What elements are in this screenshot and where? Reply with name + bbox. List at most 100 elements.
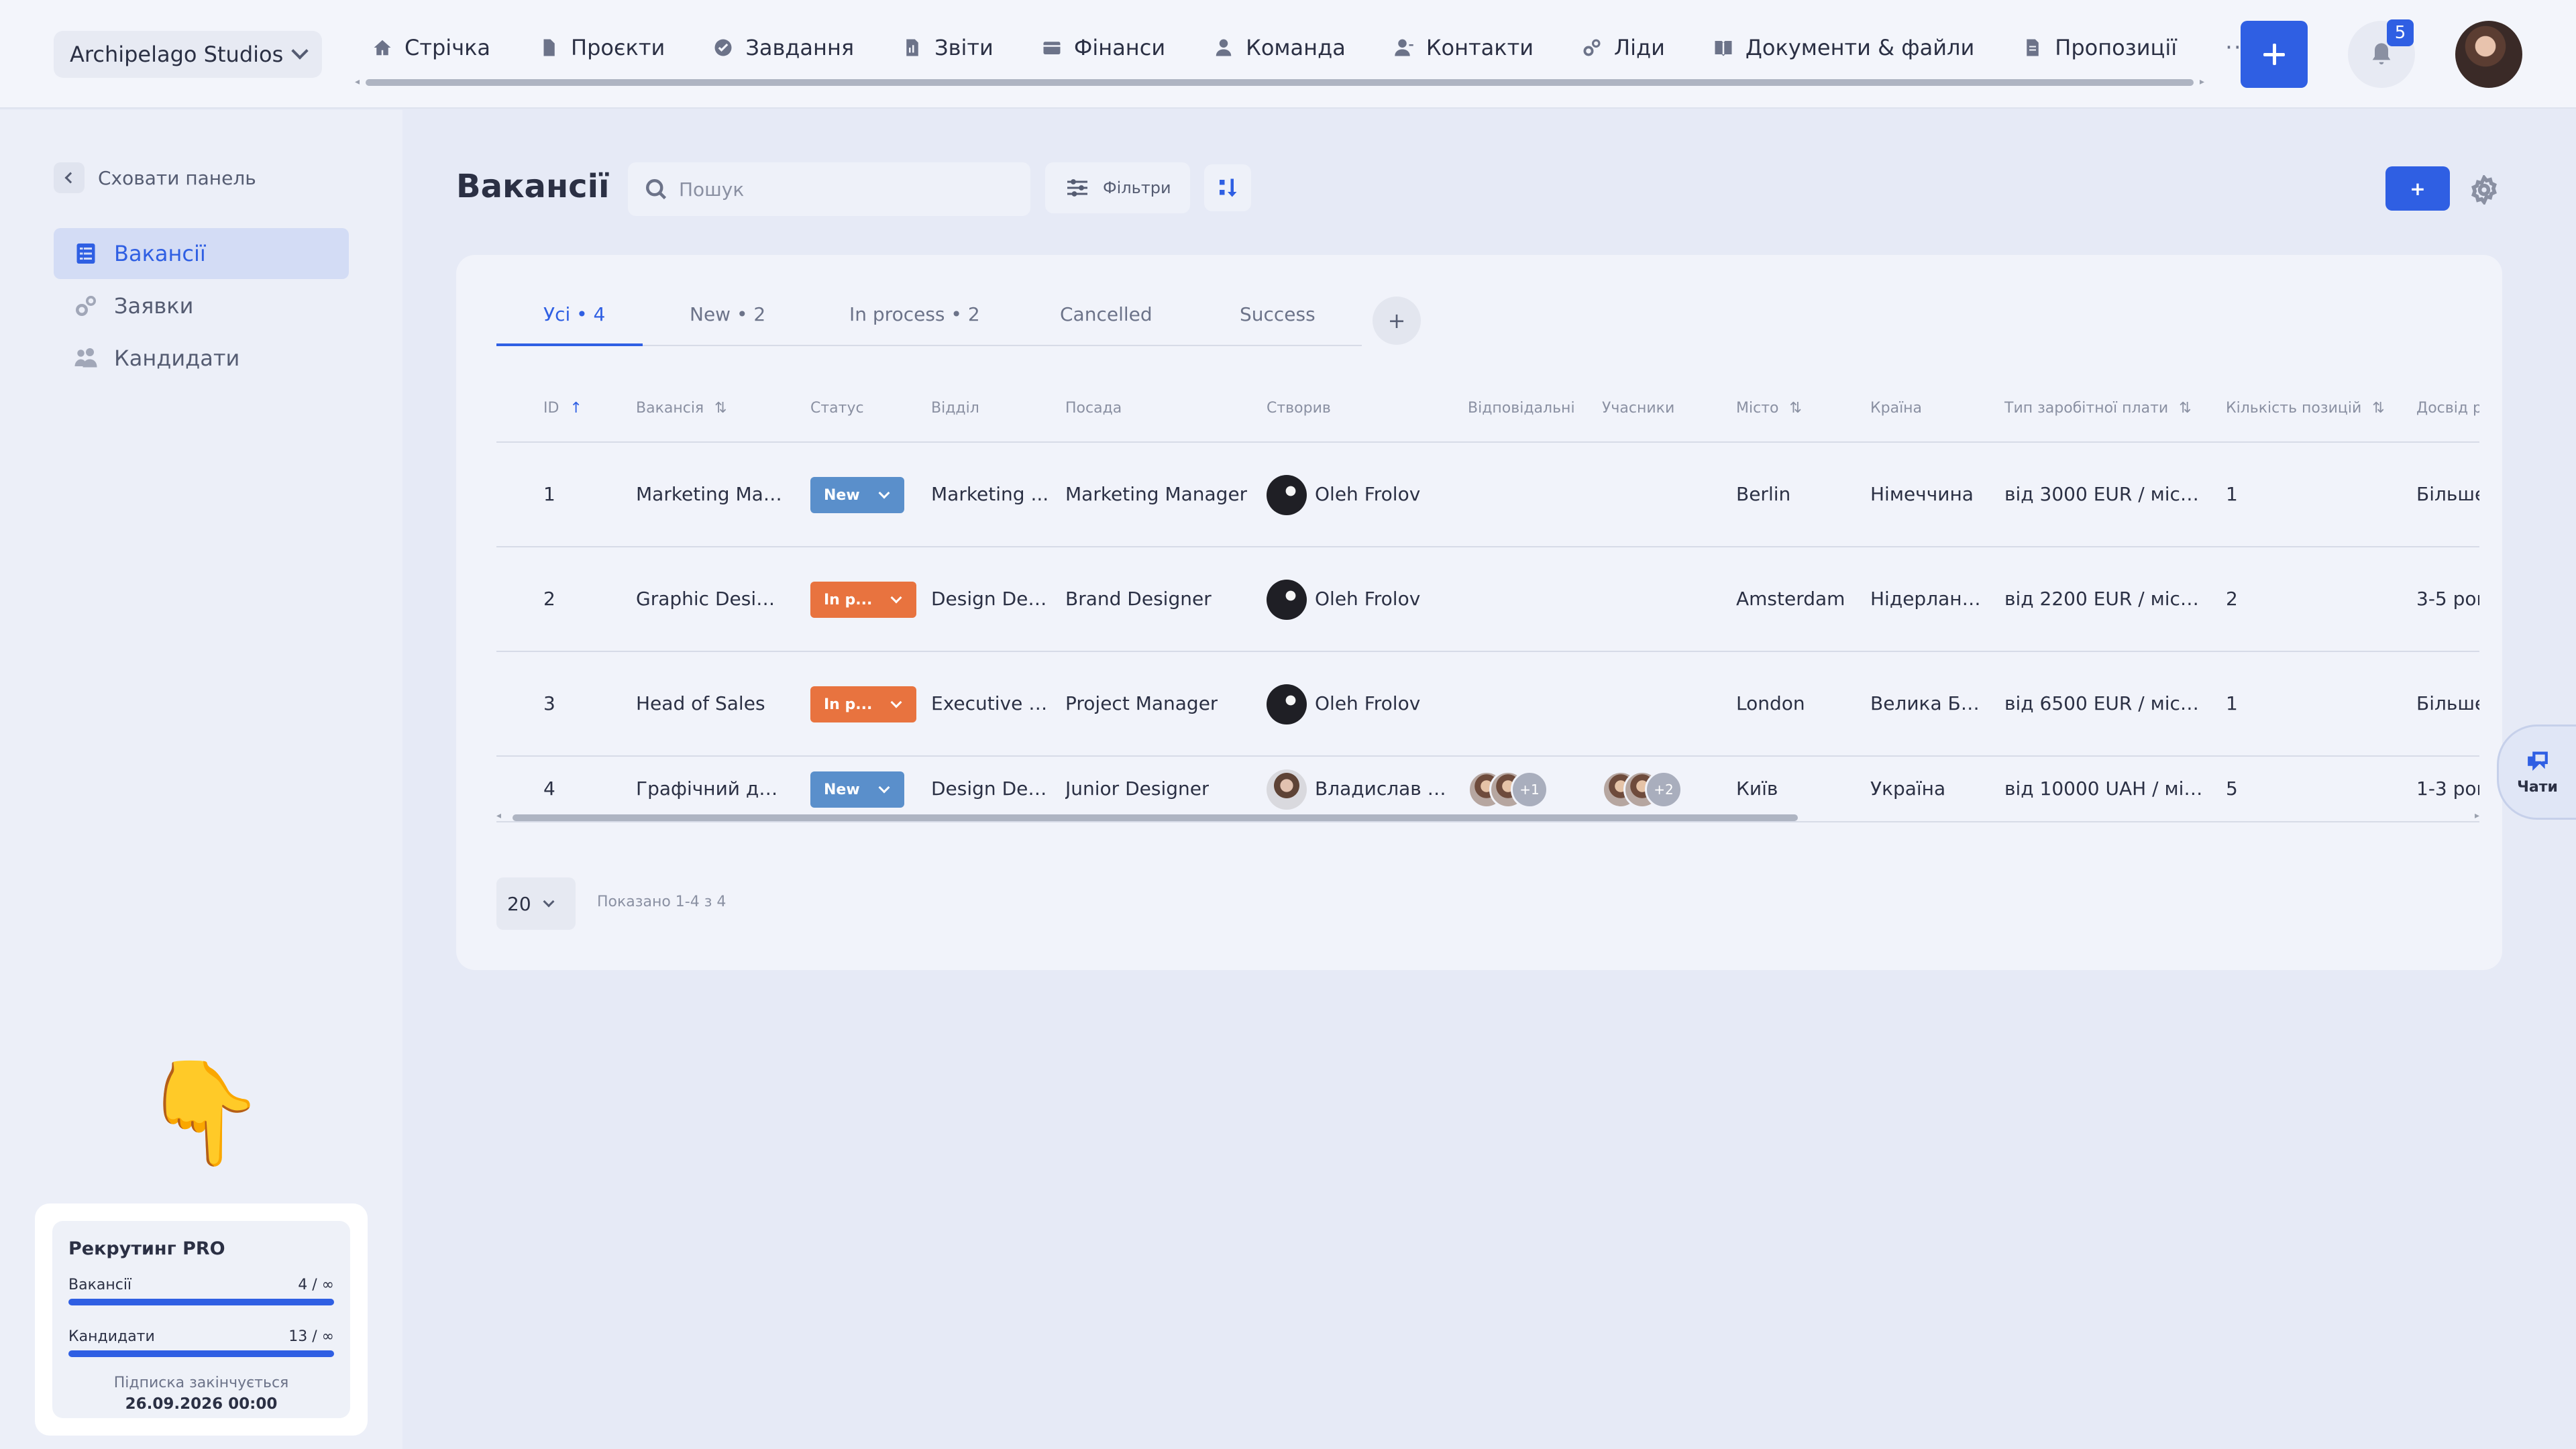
tab-cancelled[interactable]: Cancelled (1060, 303, 1152, 325)
nav-item-contacts[interactable]: Контакти (1394, 35, 1534, 60)
chats-button[interactable]: Чати (2497, 724, 2576, 820)
column-header-country[interactable]: Країна (1870, 400, 1922, 417)
cell-experience: Більше (2416, 483, 2479, 505)
sidebar-item-applications[interactable]: Заявки (54, 280, 349, 331)
tab-new[interactable]: New • 2 (690, 303, 765, 325)
sort-icon[interactable]: ⇅ (2372, 400, 2384, 417)
nav-item-projects[interactable]: Проєкти (539, 35, 665, 60)
cell-department: Executive L... (931, 692, 1052, 714)
link-icon (1583, 39, 1601, 56)
column-header-creator[interactable]: Створив (1267, 400, 1331, 417)
participants-more-badge[interactable]: +2 (1645, 771, 1682, 808)
workspace-selector[interactable]: Archipelago Studios (54, 31, 322, 78)
scroll-right-icon[interactable]: ▸ (2475, 810, 2479, 821)
nav-item-documents[interactable]: Документи & файли (1713, 35, 1974, 60)
add-tab-button[interactable]: + (1373, 297, 1421, 345)
cell-country: Нідерланди (1870, 588, 1984, 610)
hide-panel-button[interactable]: Сховати панель (54, 162, 256, 193)
chevron-down-icon (878, 782, 890, 794)
sort-asc-icon[interactable]: ↑ (570, 400, 582, 417)
status-dropdown[interactable]: In p... (810, 582, 916, 618)
status-dropdown[interactable]: In p... (810, 686, 916, 722)
status-label: In p... (824, 591, 873, 608)
table-row[interactable]: 1 Marketing Man... New Marketing ... Marketi… (496, 443, 2479, 547)
file-icon (543, 39, 555, 56)
column-header-responsible[interactable]: Відповідальні (1468, 400, 1575, 417)
wallet-icon (1043, 42, 1061, 54)
sidebar-item-candidates[interactable]: Кандидати (54, 333, 349, 384)
nav-item-proposals[interactable]: Пропозиції (2023, 35, 2177, 60)
cell-creator[interactable]: Oleh Frolov (1315, 692, 1420, 714)
cell-salary: від 3000 EUR / міся... (2004, 483, 2206, 505)
settings-button[interactable] (2466, 172, 2502, 208)
plan-usage-bar (68, 1350, 334, 1357)
table-scrollbar[interactable]: ◂ ▸ (496, 810, 2479, 822)
chevron-down-icon (291, 42, 309, 60)
column-header-positions-count[interactable]: Кількість позицій ⇅ (2226, 400, 2385, 417)
sort-icon[interactable]: ⇅ (714, 400, 727, 417)
cell-id[interactable]: 2 (543, 588, 555, 610)
search-box[interactable] (628, 162, 1030, 216)
sort-button[interactable] (1204, 164, 1251, 211)
cell-positions-count: 2 (2226, 588, 2238, 610)
column-header-vacancy[interactable]: Вакансія ⇅ (636, 400, 727, 417)
cell-id[interactable]: 4 (543, 777, 555, 800)
cell-vacancy[interactable]: Graphic Design... (636, 588, 784, 610)
tab-in-process[interactable]: In process • 2 (849, 303, 980, 325)
scrollbar-thumb[interactable] (513, 814, 1798, 821)
cell-id[interactable]: 1 (543, 483, 555, 505)
column-header-participants[interactable]: Учасники (1602, 400, 1674, 417)
report-icon (906, 39, 918, 56)
add-vacancy-button[interactable]: + (2385, 166, 2450, 211)
column-header-city[interactable]: Місто ⇅ (1736, 400, 1802, 417)
scroll-left-icon[interactable]: ◂ (496, 810, 501, 821)
cell-vacancy[interactable]: Графічний диз... (636, 777, 784, 800)
user-avatar[interactable] (2455, 21, 2522, 88)
nav-label: Стрічка (405, 35, 491, 60)
sort-icon[interactable]: ⇅ (2179, 400, 2191, 417)
nav-item-tasks[interactable]: Завдання (713, 35, 854, 60)
cell-positions-count: 1 (2226, 692, 2238, 714)
subscription-date: 26.09.2026 00:00 (125, 1395, 278, 1413)
people-icon (74, 348, 97, 368)
cell-creator[interactable]: Oleh Frolov (1315, 588, 1420, 610)
nav-item-reports[interactable]: Звіти (902, 35, 994, 60)
cell-id[interactable]: 3 (543, 692, 555, 714)
table-row[interactable]: 3 Head of Sales In p... Executive L... Proje… (496, 652, 2479, 757)
table-row[interactable]: 2 Graphic Design... In p... Design Dep... Br… (496, 547, 2479, 652)
column-header-department[interactable]: Відділ (931, 400, 979, 417)
nav-label: Проєкти (571, 35, 665, 60)
responsible-more-badge[interactable]: +1 (1511, 771, 1548, 808)
column-header-status[interactable]: Статус (810, 400, 864, 417)
cell-vacancy[interactable]: Marketing Man... (636, 483, 784, 505)
nav-item-team[interactable]: Команда (1214, 35, 1346, 60)
status-dropdown[interactable]: New (810, 477, 904, 513)
tab-all[interactable]: Усі • 4 (543, 303, 605, 325)
plan-row-candidates: Кандидати 13 / ∞ (68, 1328, 334, 1345)
column-header-position[interactable]: Посада (1065, 400, 1122, 417)
cell-country: Велика Бр... (1870, 692, 1984, 714)
column-header-id[interactable]: ID ↑ (543, 400, 582, 417)
status-dropdown[interactable]: New (810, 771, 904, 808)
column-header-salary[interactable]: Тип заробітної плати ⇅ (2004, 400, 2192, 417)
nav-item-feed[interactable]: Стрічка (372, 35, 490, 60)
check-circle-icon (714, 39, 732, 56)
filters-button[interactable]: Фільтри (1045, 162, 1190, 213)
sidebar-item-vacancies[interactable]: Вакансії (54, 228, 349, 279)
sort-icon (1220, 178, 1237, 197)
per-page-select[interactable]: 20 (496, 877, 576, 930)
tab-success[interactable]: Success (1240, 303, 1316, 325)
scroll-right-icon[interactable]: ▸ (2200, 76, 2204, 87)
cell-vacancy[interactable]: Head of Sales (636, 692, 765, 714)
search-input[interactable] (679, 178, 1001, 201)
cell-creator[interactable]: Владислав Че... (1315, 777, 1456, 800)
notifications-button[interactable]: 5 (2348, 19, 2415, 88)
nav-scrollbar[interactable]: ◂ ▸ (355, 76, 2204, 87)
sort-icon[interactable]: ⇅ (1789, 400, 1801, 417)
nav-item-leads[interactable]: Ліди (1582, 35, 1665, 60)
column-header-experience[interactable]: Досвід р (2416, 400, 2479, 417)
create-button[interactable] (2241, 21, 2308, 88)
scroll-left-icon[interactable]: ◂ (355, 76, 360, 87)
cell-creator[interactable]: Oleh Frolov (1315, 483, 1420, 505)
nav-item-finance[interactable]: Фінанси (1042, 35, 1165, 60)
